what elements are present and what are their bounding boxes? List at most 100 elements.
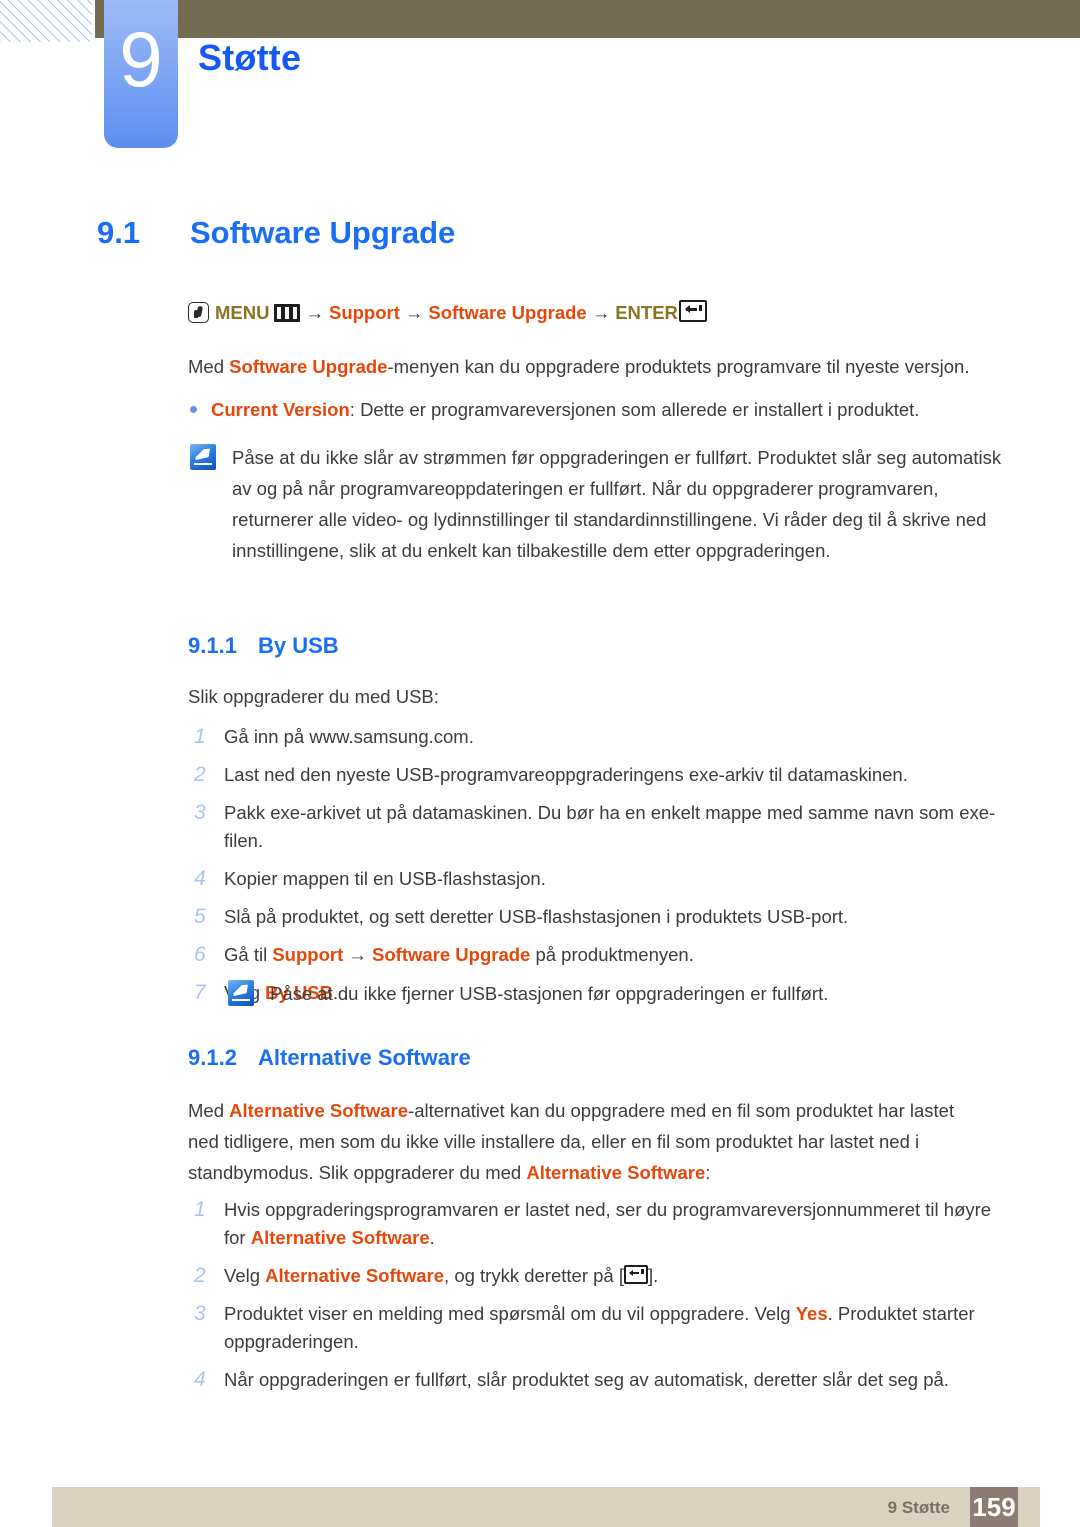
subsection-title-text-by-usb: By USB: [258, 633, 339, 658]
chapter-number-box: 9: [104, 0, 178, 148]
chapter-number: 9: [119, 15, 163, 103]
note-pencil-icon: [228, 980, 254, 1006]
usb-step-number: 7: [194, 981, 206, 1004]
alt-intro-paragraph: Med Alternative Software-alternativet ka…: [188, 1095, 978, 1188]
note-pencil-icon: [190, 444, 216, 470]
alt-step-1-part-2: , og trykk deretter på [: [444, 1265, 624, 1286]
section-number: 9.1: [97, 215, 141, 250]
intro-term: Software Upgrade: [229, 356, 388, 377]
menu-path-item-support: Support: [328, 302, 400, 323]
subsection-number-911: 9.1.1: [188, 633, 237, 658]
bullet-term: Current Version: [211, 399, 350, 420]
bullet-text: Current Version: Dette er programvarever…: [211, 396, 919, 423]
usb-step-text: Gå til Support → Software Upgrade på pro…: [224, 941, 694, 969]
usb-step: 5 Slå på produktet, og sett deretter USB-…: [188, 903, 1008, 931]
subsection-number-912: 9.1.2: [188, 1045, 237, 1070]
alt-step-text: Hvis oppgraderingsprogramvaren er lastet…: [224, 1196, 998, 1252]
enter-key-icon: [624, 1265, 648, 1284]
usb-step-4-part-0: Slå på produktet, og sett deretter USB-f…: [224, 906, 849, 927]
note-text-usb: Påse at du ikke fjerner USB-stasjonen fø…: [270, 983, 829, 1004]
usb-step-number: 2: [194, 763, 206, 786]
alt-step-number: 2: [194, 1264, 206, 1287]
enter-label: ENTER: [615, 302, 678, 323]
section-title: 9.1 Software Upgrade: [97, 215, 455, 251]
alt-step-text: Når oppgraderingen er fullført, slår pro…: [224, 1366, 949, 1394]
usb-step-text: Kopier mappen til en USB-flashstasjon.: [224, 865, 546, 893]
usb-lead-text: Slik oppgraderer du med USB:: [188, 686, 439, 707]
usb-step: 1 Gå inn på www.samsung.com.: [188, 723, 1008, 751]
subsection-title-alternative-software: 9.1.2 Alternative Software: [188, 1045, 471, 1071]
menu-path-item-software-upgrade: Software Upgrade: [428, 302, 587, 323]
alt-step-3-part-0: Når oppgraderingen er fullført, slår pro…: [224, 1369, 949, 1390]
alt-step-text: Velg Alternative Software, og trykk dere…: [224, 1262, 658, 1290]
enter-key-icon: [678, 300, 707, 322]
usb-step-number: 4: [194, 867, 206, 890]
usb-step-5-part-4: på produktmenyen.: [530, 944, 694, 965]
alt-steps-list: 1 Hvis oppgraderingsprogramvaren er laste…: [188, 1196, 998, 1404]
alt-step-2-part-0: Produktet viser en melding med spørsmål …: [224, 1303, 796, 1324]
menu-label: MENU: [215, 302, 270, 323]
usb-step-number: 3: [194, 801, 206, 824]
usb-step: 6 Gå til Support → Software Upgrade på pr…: [188, 941, 1008, 969]
alt-step-number: 3: [194, 1302, 206, 1325]
usb-step-1-part-0: Last ned den nyeste USB-programvareoppgr…: [224, 764, 908, 785]
path-arrow-2: →: [404, 302, 424, 323]
usb-steps-list: 1 Gå inn på www.samsung.com. 2 Last ned den…: [188, 723, 1008, 1017]
header-olive-bar: [95, 0, 1080, 38]
alt-step: 3 Produktet viser en melding med spørsmål…: [188, 1300, 998, 1356]
alt-step-0-part-2: .: [429, 1227, 435, 1248]
usb-step: 2 Last ned den nyeste USB-programvareoppg…: [188, 761, 1008, 789]
subsection-title-by-usb: 9.1.1 By USB: [188, 633, 339, 659]
alt-step-number: 4: [194, 1368, 206, 1391]
menu-path-breadcrumb: MENU → Support → Software Upgrade → ENTER: [188, 300, 707, 325]
usb-step-text: Slå på produktet, og sett deretter USB-f…: [224, 903, 848, 931]
alt-step-number: 1: [194, 1198, 206, 1221]
alt-step-1-part-4: ].: [648, 1265, 659, 1286]
path-arrow-1: →: [305, 302, 324, 323]
alt-step-1-part-0: Velg: [224, 1265, 266, 1286]
section-title-text: Software Upgrade: [190, 215, 456, 250]
note-box-power: Påse at du ikke slår av strømmen før opp…: [190, 442, 1005, 566]
alt-step: 2 Velg Alternative Software, og trykk der…: [188, 1262, 998, 1290]
page-header: 9 Støtte: [0, 0, 1080, 160]
footer-chapter-label: 9 Støtte: [887, 1498, 950, 1517]
intro-paragraph: Med Software Upgrade-menyen kan du oppgr…: [188, 353, 988, 380]
usb-step-number: 5: [194, 905, 206, 928]
alt-intro-part-1: Alternative Software: [229, 1100, 409, 1121]
alt-intro-part-3: Alternative Software: [526, 1162, 706, 1183]
note-text-power: Påse at du ikke slår av strømmen før opp…: [232, 447, 1002, 561]
usb-step-number: 1: [194, 725, 206, 748]
usb-step-5-part-3: Software Upgrade: [372, 944, 531, 965]
alt-step-0-part-1: Alternative Software: [250, 1227, 430, 1248]
usb-step-text: Gå inn på www.samsung.com.: [224, 723, 474, 751]
usb-step-text: Last ned den nyeste USB-programvareoppgr…: [224, 761, 908, 789]
bullet-current-version: Current Version: Dette er programvarever…: [190, 396, 990, 423]
bullet-dot-icon: [190, 406, 197, 413]
alt-intro-part-4: :: [705, 1162, 711, 1183]
footer-page-number: 159: [970, 1487, 1018, 1527]
hand-press-icon: [188, 302, 209, 323]
usb-step-5-part-0: Gå til: [224, 944, 273, 965]
alt-step-text: Produktet viser en melding med spørsmål …: [224, 1300, 998, 1356]
alt-step-2-part-1: Yes: [795, 1303, 828, 1324]
path-arrow-3: →: [591, 302, 611, 323]
chapter-title: Støtte: [198, 37, 302, 78]
usb-step: 4 Kopier mappen til en USB-flashstasjon.: [188, 865, 1008, 893]
alt-step: 4 Når oppgraderingen er fullført, slår pr…: [188, 1366, 998, 1394]
subsection-title-text-alt: Alternative Software: [258, 1045, 471, 1070]
usb-step-0-part-0: Gå inn på www.samsung.com.: [224, 726, 474, 747]
menu-bars-icon: [274, 304, 301, 322]
note-box-usb: Påse at du ikke fjerner USB-stasjonen fø…: [228, 978, 1008, 1009]
decorative-hatch-pattern: [0, 0, 92, 42]
usb-step-text: Pakk exe-arkivet ut på datamaskinen. Du …: [224, 799, 1008, 855]
alt-step-1-part-1: Alternative Software: [265, 1265, 445, 1286]
alt-step: 1 Hvis oppgraderingsprogramvaren er laste…: [188, 1196, 998, 1252]
usb-step-number: 6: [194, 943, 206, 966]
usb-step-5-part-2: →: [343, 944, 373, 965]
bullet-description: : Dette er programvareversjonen som alle…: [349, 399, 920, 420]
usb-step-3-part-0: Kopier mappen til en USB-flashstasjon.: [224, 868, 546, 889]
usb-step-2-part-0: Pakk exe-arkivet ut på datamaskinen. Du …: [224, 802, 996, 851]
page-footer: 9 Støtte 159: [52, 1487, 1040, 1527]
intro-post: -menyen kan du oppgradere produktets pro…: [387, 356, 970, 377]
usb-step-5-part-1: Support: [272, 944, 344, 965]
